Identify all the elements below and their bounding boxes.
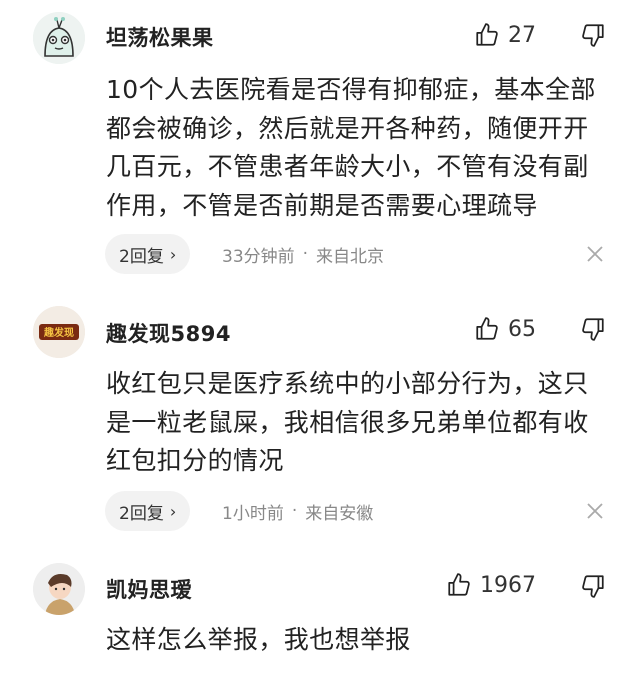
avatar[interactable]: 趣发现: [33, 306, 85, 358]
like-count: 65: [508, 316, 536, 342]
comment-meta: 33分钟前 · 来自北京: [222, 234, 384, 274]
chevron-right-icon: ›: [169, 501, 177, 521]
thumbs-down-icon[interactable]: [580, 573, 606, 599]
reply-label: 2回复: [119, 246, 164, 267]
thumbs-down-icon[interactable]: [580, 22, 606, 48]
brand-logo-avatar: 趣发现: [33, 306, 85, 358]
location: 来自安徽: [305, 503, 374, 524]
avatar-logo-text: 趣发现: [43, 326, 74, 339]
username[interactable]: 坦荡松果果: [106, 22, 214, 52]
avatar[interactable]: [33, 12, 85, 64]
comment-meta: 1小时前 · 来自安徽: [222, 491, 373, 531]
chevron-right-icon: ›: [169, 244, 177, 264]
reply-button[interactable]: 2回复 ›: [105, 491, 191, 531]
like-button[interactable]: 65: [474, 314, 536, 344]
username[interactable]: 趣发现5894: [106, 318, 231, 348]
comment-text: 收红包只是医疗系统中的小部分行为，这只是一粒老鼠屎，我相信很多兄弟单位都有收红包…: [106, 369, 589, 475]
separator-dot: ·: [302, 244, 309, 264]
location: 来自北京: [316, 246, 385, 267]
thumbs-up-icon: [476, 317, 498, 340]
like-count: 1967: [480, 572, 536, 598]
username[interactable]: 凯妈思瑷: [106, 574, 192, 604]
comment-text: 10个人去医院看是否得有抑郁症，基本全部都会被确诊，然后就是开各种药，随便开开几…: [106, 75, 596, 220]
close-icon[interactable]: [586, 245, 604, 263]
reply-label: 2回复: [119, 503, 164, 524]
like-button[interactable]: 1967: [446, 570, 536, 600]
timestamp: 33分钟前: [222, 246, 295, 267]
user-avatar-cartoon-icon: [33, 12, 85, 64]
timestamp: 1小时前: [222, 503, 284, 524]
reply-button[interactable]: 2回复 ›: [105, 234, 191, 274]
separator-dot: ·: [291, 501, 298, 521]
thumbs-down-icon[interactable]: [580, 316, 606, 342]
like-count: 27: [508, 22, 536, 48]
user-avatar-photo-icon: [33, 563, 85, 615]
like-button[interactable]: 27: [474, 20, 536, 50]
comment-text: 这样怎么举报，我也想举报: [106, 625, 411, 654]
close-icon[interactable]: [586, 502, 604, 520]
thumbs-up-icon: [448, 573, 470, 596]
thumbs-up-icon: [476, 23, 498, 46]
avatar[interactable]: [33, 563, 85, 615]
